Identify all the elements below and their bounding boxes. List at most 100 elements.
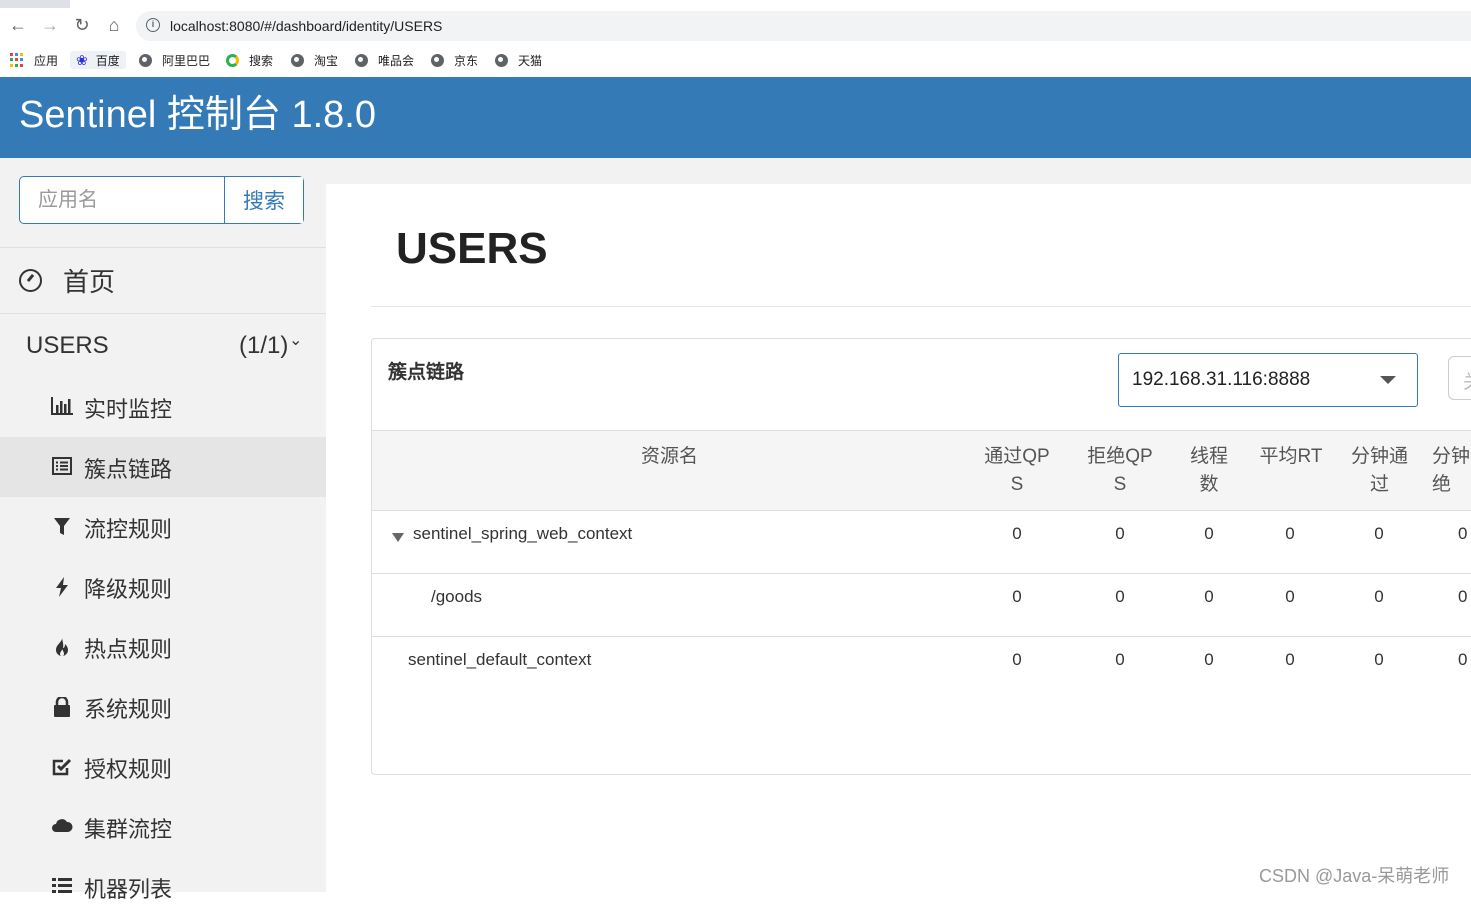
bookmark-label: 百度 xyxy=(95,53,120,68)
bookmark-search[interactable]: 搜索 xyxy=(226,51,273,69)
minute-pass: 0 xyxy=(1374,650,1384,669)
app-header: Sentinel 控制台 1.8.0 xyxy=(0,77,1471,158)
minute-pass: 0 xyxy=(1374,587,1384,606)
sidebar-item-auth-rules[interactable]: 授权规则 xyxy=(0,737,326,797)
minute-pass: 0 xyxy=(1374,524,1384,543)
table-row[interactable]: sentinel_spring_web_context 0 0 0 0 0 0 xyxy=(372,511,1471,574)
sidebar-item-label: 流控规则 xyxy=(84,517,173,542)
bookmark-label: 搜索 xyxy=(249,53,274,68)
back-icon[interactable]: ← xyxy=(7,14,29,36)
bookmark-tmall[interactable]: 天猫 xyxy=(495,51,542,69)
bookmark-apps[interactable]: 应用 xyxy=(10,51,58,69)
table-header: 资源名 通过QP S 拒绝QP S 线程 数 平均RT 分钟通 过 分钟 绝 xyxy=(372,430,1471,511)
threads: 0 xyxy=(1204,587,1214,606)
content-card: USERS 簇点链路 192.168.31.116:8888 关 资源名 通过Q… xyxy=(326,184,1471,892)
block-qps: 0 xyxy=(1115,650,1125,669)
sidebar: 搜索 首页 USERS (1/1) ⌄ 实时监控 簇点链路 流控规则 降级规则 xyxy=(0,158,326,902)
sidebar-item-cluster-link[interactable]: 簇点链路 xyxy=(0,437,326,497)
sidebar-item-machine-list[interactable]: 机器列表 xyxy=(0,857,326,917)
sidebar-item-label: 集群流控 xyxy=(84,817,173,842)
list-icon xyxy=(51,457,73,477)
bookmark-alibaba[interactable]: 阿里巴巴 xyxy=(139,51,210,69)
cluster-link-panel: 簇点链路 192.168.31.116:8888 关 资源名 通过QP S 拒绝… xyxy=(371,338,1471,775)
sidebar-item-degrade-rules[interactable]: 降级规则 xyxy=(0,557,326,617)
baidu-paw-icon: ❀ xyxy=(76,51,88,68)
info-icon[interactable]: i xyxy=(146,18,160,32)
filter-icon xyxy=(51,517,73,537)
resource-name: sentinel_spring_web_context xyxy=(413,524,633,543)
minute-block: 0 xyxy=(1458,587,1468,606)
flash-icon xyxy=(51,577,73,597)
globe-icon xyxy=(355,53,368,67)
app-name: USERS xyxy=(26,332,109,359)
table-row[interactable]: sentinel_default_context 0 0 0 0 0 0 xyxy=(372,637,1471,700)
sidebar-app-users[interactable]: USERS (1/1) ⌄ xyxy=(0,314,326,378)
sidebar-item-flow-rules[interactable]: 流控规则 xyxy=(0,497,326,557)
tab-strip xyxy=(0,0,1471,8)
bookmark-taobao[interactable]: 淘宝 xyxy=(291,51,338,69)
pass-qps: 0 xyxy=(1012,524,1022,543)
sidebar-item-realtime-monitor[interactable]: 实时监控 xyxy=(0,377,326,437)
caret-down-icon xyxy=(1380,376,1396,384)
dashboard-icon xyxy=(19,268,42,292)
search-engine-icon xyxy=(226,53,239,67)
column-header-pass-qps: 通过QP S xyxy=(984,446,1050,495)
bookmark-label: 阿里巴巴 xyxy=(162,53,211,68)
main-content: USERS 簇点链路 192.168.31.116:8888 关 资源名 通过Q… xyxy=(326,158,1471,892)
globe-icon xyxy=(495,53,508,67)
bookmark-label: 应用 xyxy=(34,53,59,68)
divider xyxy=(371,306,1471,307)
app-search: 搜索 xyxy=(19,176,304,224)
search-button[interactable]: 搜索 xyxy=(224,177,303,223)
table-row[interactable]: /goods 0 0 0 0 0 0 xyxy=(372,574,1471,637)
app-search-input[interactable] xyxy=(20,177,224,223)
active-tab[interactable] xyxy=(70,0,1471,8)
sidebar-item-label: 授权规则 xyxy=(84,757,173,782)
sidebar-item-cluster-flow[interactable]: 集群流控 xyxy=(0,797,326,857)
sidebar-item-label: 首页 xyxy=(63,266,116,297)
pass-qps: 0 xyxy=(1012,650,1022,669)
globe-icon xyxy=(139,53,152,67)
bookmarks-bar: 应用 ❀ 百度 阿里巴巴 搜索 淘宝 唯品会 京东 天猫 xyxy=(0,44,1471,76)
keyword-input[interactable]: 关 xyxy=(1448,356,1471,400)
column-header-avg-rt: 平均RT xyxy=(1259,446,1323,467)
forward-icon[interactable]: → xyxy=(39,14,61,36)
threads: 0 xyxy=(1204,524,1214,543)
sidebar-item-home[interactable]: 首页 xyxy=(0,248,326,312)
sidebar-item-system-rules[interactable]: 系统规则 xyxy=(0,677,326,737)
url-text[interactable]: localhost:8080/#/dashboard/identity/USER… xyxy=(170,18,442,34)
sidebar-item-label: 实时监控 xyxy=(84,397,173,422)
column-header-block-qps: 拒绝QP S xyxy=(1087,446,1153,495)
bookmark-label: 唯品会 xyxy=(378,53,415,68)
keyword-partial-text: 关 xyxy=(1463,367,1471,394)
minute-block: 0 xyxy=(1458,524,1468,543)
chevron-down-icon: ⌄ xyxy=(289,332,303,349)
check-icon xyxy=(51,757,73,777)
reload-icon[interactable]: ↻ xyxy=(71,14,93,36)
machine-select-value: 192.168.31.116:8888 xyxy=(1132,369,1311,390)
lock-icon xyxy=(51,695,73,717)
pass-qps: 0 xyxy=(1012,587,1022,606)
bookmark-baidu[interactable]: ❀ 百度 xyxy=(70,51,126,69)
home-icon[interactable]: ⌂ xyxy=(103,14,125,36)
bookmark-jd[interactable]: 京东 xyxy=(431,51,478,69)
tree-toggle-icon[interactable] xyxy=(392,533,404,542)
bar-chart-icon xyxy=(51,397,73,417)
bookmark-label: 天猫 xyxy=(518,53,543,68)
machine-select[interactable]: 192.168.31.116:8888 xyxy=(1118,353,1418,407)
watermark: CSDN @Java-呆萌老师 xyxy=(1259,866,1450,886)
address-bar[interactable]: i localhost:8080/#/dashboard/identity/US… xyxy=(136,11,1471,41)
sidebar-item-label: 降级规则 xyxy=(84,577,173,602)
sidebar-item-hotspot-rules[interactable]: 热点规则 xyxy=(0,617,326,677)
block-qps: 0 xyxy=(1115,524,1125,543)
bookmark-label: 京东 xyxy=(454,53,479,68)
avg-rt: 0 xyxy=(1285,587,1295,606)
bookmark-vip[interactable]: 唯品会 xyxy=(355,51,414,69)
column-header-resource: 资源名 xyxy=(640,446,698,467)
browser-toolbar: ← → ↻ ⌂ i localhost:8080/#/dashboard/ide… xyxy=(0,8,1471,44)
minute-block: 0 xyxy=(1458,650,1468,669)
cloud-icon xyxy=(51,817,73,837)
column-header-minute-block: 分钟 绝 xyxy=(1432,446,1471,495)
app-title[interactable]: Sentinel 控制台 1.8.0 xyxy=(19,93,376,137)
panel-title: 簇点链路 xyxy=(388,362,465,383)
